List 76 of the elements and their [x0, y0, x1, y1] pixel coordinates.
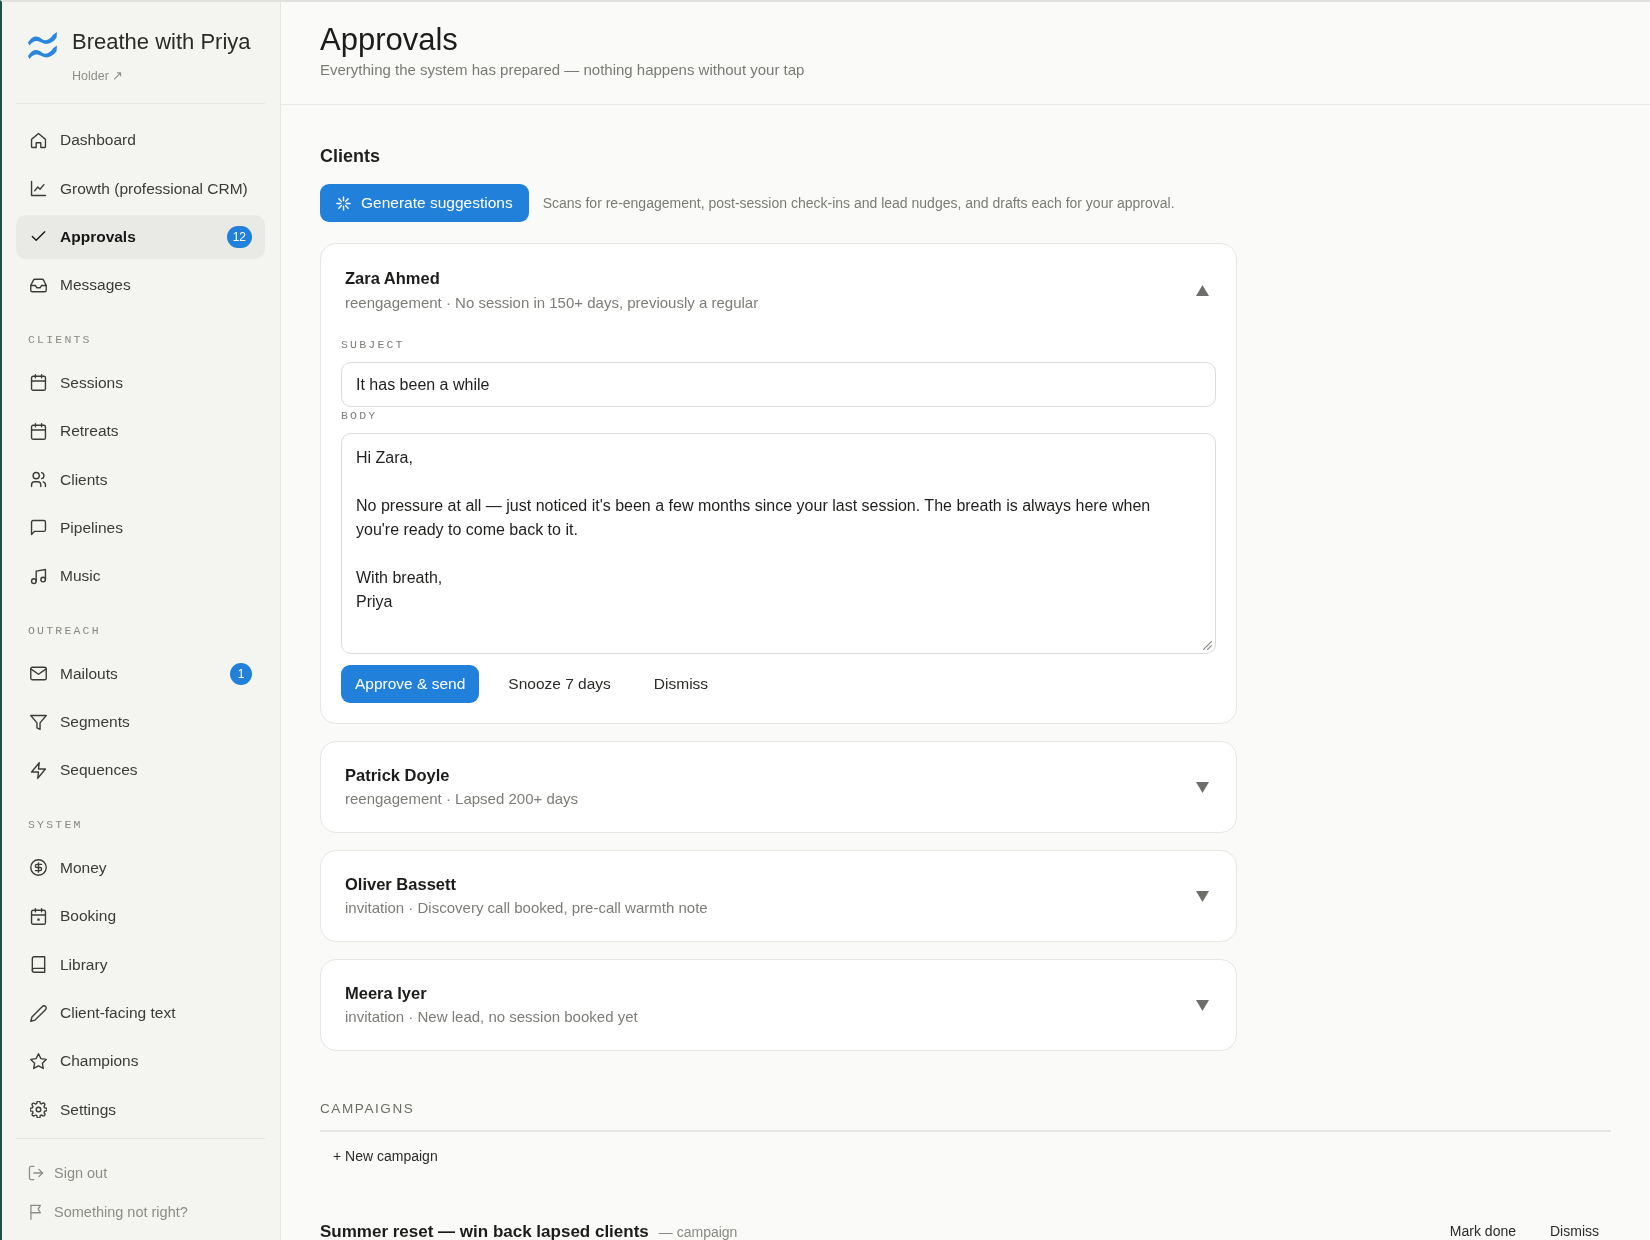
generate-description: Scans for re-engagement, post-session check-ins and lead nudges, and drafts each for your approval.	[542, 195, 1175, 211]
calendar-icon	[30, 907, 47, 925]
triangle-down-icon[interactable]	[1196, 999, 1209, 1011]
book-icon	[30, 956, 47, 974]
suggestion-meta: invitation · New lead, no session booked yet	[345, 1007, 638, 1027]
client-name: Meera Iyer	[345, 983, 427, 1003]
triangle-up-icon[interactable]	[1196, 285, 1209, 296]
section-heading: OUTREACH	[27, 623, 101, 638]
action-button[interactable]: Snooze 7 days	[494, 665, 625, 703]
campaign-action-button[interactable]: Mark done	[1437, 1223, 1528, 1240]
page-subtitle: Everything the system has prepared — nothing happens without your tap	[320, 60, 806, 80]
line-chart-icon	[30, 180, 47, 198]
nav-item[interactable]: Pipelines	[16, 505, 265, 551]
client-name: Zara Ahmed	[345, 268, 440, 288]
suggestion-meta: invitation · Discovery call booked, pre-call warmth note	[345, 898, 708, 918]
nav-item[interactable]: Sessions	[16, 360, 265, 405]
campaign-title: Summer reset — win back lapsed clients	[320, 1223, 649, 1240]
nav-item[interactable]: Approvals 12	[16, 214, 265, 260]
action-button[interactable]: Dismiss	[639, 665, 723, 703]
generate-suggestions-button[interactable]: Generate suggestions	[320, 184, 529, 222]
envelope-icon	[30, 665, 47, 683]
section-heading: SYSTEM	[27, 817, 83, 832]
brand-name: Breathe with Priya	[72, 28, 251, 56]
nav-item[interactable]: Retreats	[16, 408, 265, 454]
approve-button[interactable]: Approve & send	[341, 665, 480, 703]
calendar-icon	[30, 422, 47, 440]
nav-item[interactable]: Clients	[16, 457, 265, 502]
flag-icon	[28, 1204, 44, 1221]
campaign-action-button[interactable]: Dismiss	[1538, 1223, 1611, 1240]
lightning-icon	[30, 762, 47, 779]
body-field[interactable]: Hi Zara, No pressure at all — just noticed it's been a few months since your last session. The breath is always here when you're ready to come back to it. With breath, Priya	[341, 433, 1216, 654]
settings-icon	[30, 1101, 47, 1119]
home-icon	[30, 131, 47, 149]
star-icon	[30, 1052, 47, 1070]
nav-item[interactable]: Sequences	[16, 748, 265, 793]
music-note-icon	[30, 567, 47, 585]
nav-item[interactable]: Messages	[16, 263, 265, 308]
count-badge: 12	[226, 225, 252, 248]
funnel-icon	[30, 713, 47, 731]
brand-logo	[27, 30, 58, 59]
count-badge: 1	[230, 662, 252, 685]
sparkle-icon	[336, 195, 351, 211]
client-name: Oliver Bassett	[345, 874, 456, 894]
client-name: Patrick Doyle	[345, 765, 450, 785]
new-campaign-button[interactable]: + New campaign	[320, 1143, 451, 1169]
field-label: BODY	[341, 409, 378, 423]
section-heading: CAMPAIGNS	[320, 1101, 415, 1117]
nav-item[interactable]: Library	[16, 942, 265, 987]
speech-bubble-icon	[30, 519, 47, 537]
nav-item[interactable]: Money	[16, 845, 265, 891]
nav-item[interactable]: Music	[16, 554, 265, 599]
triangle-down-icon[interactable]	[1196, 890, 1209, 902]
calendar-icon	[30, 374, 47, 392]
nav-item[interactable]: Mailouts 1	[16, 651, 265, 696]
field-label: SUBJECT	[341, 338, 405, 352]
section-heading: CLIENTS	[27, 332, 92, 347]
nav-item[interactable]: Booking	[16, 894, 265, 939]
nav-item[interactable]: Settings	[16, 1087, 265, 1133]
sign-out-icon	[28, 1165, 44, 1182]
nav-item[interactable]: Segments	[16, 699, 265, 745]
subject-field[interactable]: It has been a while	[341, 362, 1216, 407]
page-title: Approvals	[320, 22, 458, 58]
section-title: Clients	[320, 145, 380, 167]
resize-handle-icon[interactable]	[1203, 641, 1212, 650]
inbox-tray-icon	[30, 276, 47, 294]
nav-item[interactable]: Growth (professional CRM)	[16, 166, 265, 211]
pencil-icon	[30, 1004, 47, 1022]
suggestion-meta: reengagement · No session in 150+ days, previously a regular	[345, 293, 759, 313]
triangle-down-icon[interactable]	[1196, 781, 1209, 793]
suggestion-meta: reengagement · Lapsed 200+ days	[345, 789, 579, 809]
people-icon	[30, 471, 47, 489]
nav-item[interactable]: Dashboard	[16, 118, 265, 163]
campaign-type: — campaign	[658, 1225, 738, 1240]
nav-item[interactable]: Client-facing text	[16, 990, 265, 1036]
dollar-coin-icon	[30, 859, 47, 877]
nav-item[interactable]: Champions	[16, 1039, 265, 1084]
